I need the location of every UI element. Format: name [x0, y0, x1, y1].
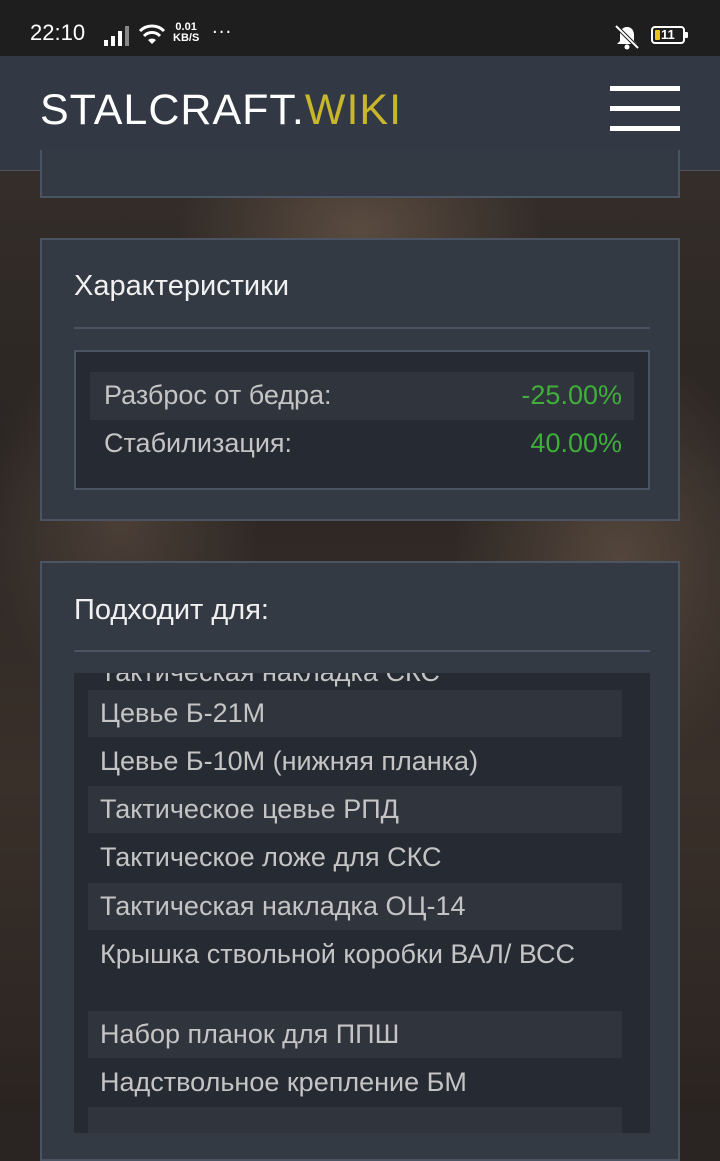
divider — [74, 650, 650, 652]
battery-icon: 11 — [651, 26, 688, 44]
muted-bell-icon — [614, 24, 640, 50]
site-logo[interactable]: STALCRAFT.WIKI — [40, 86, 402, 135]
list-item[interactable]: Тактическое цевье РПД — [88, 786, 622, 833]
characteristics-panel: Характеристики Разброс от бедра: -25.00%… — [40, 238, 680, 521]
list-item[interactable]: Крышка ствольной коробки ВАЛ/ ВСС — [88, 931, 622, 978]
hamburger-menu-icon[interactable] — [610, 86, 680, 132]
compatible-panel: Подходит для: Тактическая накладка СКС Ц… — [40, 561, 680, 1161]
stat-label: Стабилизация: — [104, 428, 293, 458]
characteristics-table: Разброс от бедра: -25.00% Стабилизация: … — [74, 350, 650, 490]
more-notifications-icon: ··· — [212, 22, 233, 43]
network-speed: 0.01 KB/S — [173, 21, 200, 44]
characteristics-title: Характеристики — [74, 270, 290, 302]
stat-row: Стабилизация: 40.00% — [90, 420, 634, 468]
list-item[interactable]: Надствольное крепление БМ — [88, 1059, 622, 1106]
list-item[interactable]: Цевье Б-10М (нижняя планка) — [88, 738, 622, 785]
divider — [74, 327, 650, 329]
wifi-icon — [138, 24, 166, 44]
list-item[interactable] — [88, 1107, 622, 1133]
stat-row: Разброс от бедра: -25.00% — [90, 372, 634, 420]
stat-label: Разброс от бедра: — [104, 380, 332, 410]
list-item[interactable]: Тактическое ложе для СКС — [88, 834, 622, 881]
status-bar: 22:10 0.01 KB/S ··· 11 — [0, 0, 720, 56]
previous-panel — [40, 150, 680, 198]
list-item[interactable]: Цевье Б-21М — [88, 690, 622, 737]
compatible-list[interactable]: Тактическая накладка СКС Цевье Б-21М Цев… — [74, 673, 650, 1133]
stat-value: 40.00% — [530, 428, 622, 458]
compatible-title: Подходит для: — [74, 594, 269, 626]
list-item[interactable]: Тактическая накладка ОЦ-14 — [88, 883, 622, 930]
signal-icon — [104, 26, 129, 46]
list-item[interactable]: Набор планок для ППШ — [88, 1011, 622, 1058]
status-time: 22:10 — [30, 20, 86, 45]
stat-value: -25.00% — [521, 380, 622, 410]
